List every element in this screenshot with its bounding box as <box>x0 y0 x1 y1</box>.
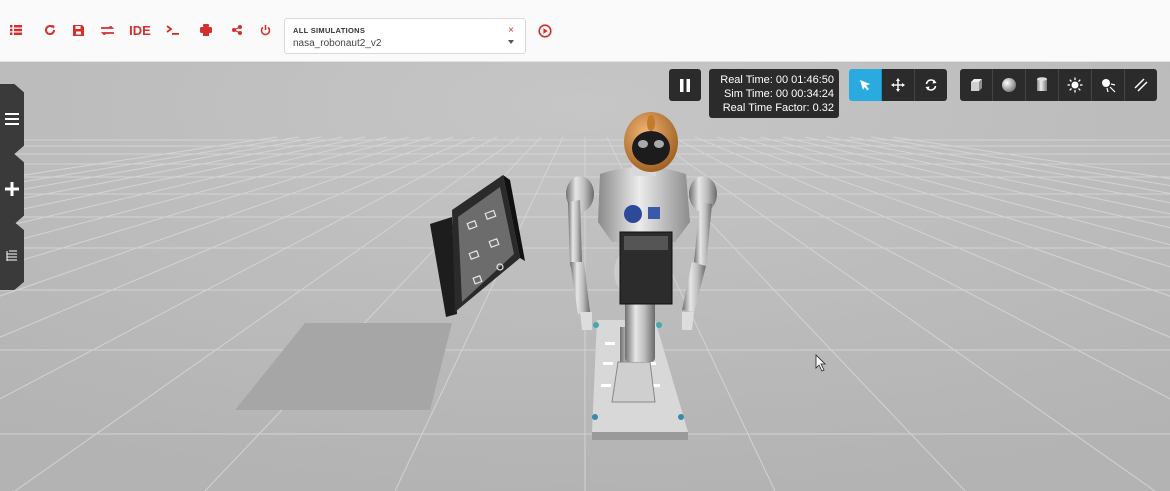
insert-shape-group <box>960 69 1157 101</box>
sphere-button[interactable] <box>993 69 1026 101</box>
play-circle-icon[interactable] <box>537 21 553 41</box>
cylinder-icon <box>1037 77 1047 91</box>
tree-tab[interactable] <box>0 222 24 290</box>
chevron-down-icon[interactable] <box>508 40 514 44</box>
cylinder-button[interactable] <box>1026 69 1059 101</box>
select-arrow-icon <box>860 80 870 91</box>
scene-canvas[interactable] <box>0 62 1170 491</box>
point-light-button[interactable] <box>1059 69 1092 101</box>
sphere-icon <box>1002 78 1016 92</box>
simulation-select-value: nasa_robonaut2_v2 <box>293 38 382 49</box>
time-display: Real Time: 00 01:46:50 Sim Time: 00 00:3… <box>709 69 839 118</box>
menu-icon <box>5 113 19 125</box>
menu-tab[interactable] <box>0 84 24 154</box>
insert-tab[interactable] <box>0 154 24 224</box>
spot-light-icon <box>1102 79 1116 93</box>
refresh-icon[interactable] <box>43 20 57 40</box>
translate-icon <box>891 78 905 92</box>
pause-icon <box>680 78 690 92</box>
select-mode-button[interactable] <box>849 69 882 101</box>
list-icon[interactable] <box>9 20 23 40</box>
share-icon[interactable] <box>231 20 243 40</box>
simulation-select-label: ALL SIMULATIONS <box>293 26 366 35</box>
spot-light-button[interactable] <box>1092 69 1125 101</box>
top-toolbar: IDE ALL SIMULATIONS nasa_robonaut2_v2 × <box>0 0 1170 62</box>
box-icon <box>971 79 982 91</box>
sim-time: Sim Time: 00 00:34:24 <box>723 88 834 100</box>
tree-icon <box>6 250 17 261</box>
box-button[interactable] <box>960 69 993 101</box>
pause-button[interactable] <box>669 69 701 101</box>
directional-light-button[interactable] <box>1125 69 1157 101</box>
3d-viewport[interactable]: Real Time: 00 01:46:50 Sim Time: 00 00:3… <box>0 62 1170 491</box>
plus-icon <box>5 182 19 196</box>
real-time: Real Time: 00 01:46:50 <box>720 74 834 86</box>
ide-button[interactable]: IDE <box>127 20 153 40</box>
manipulation-mode-group <box>849 69 947 101</box>
real-time-factor: Real Time Factor: 0.32 <box>722 102 834 114</box>
terminal-icon[interactable] <box>165 20 181 40</box>
directional-light-icon <box>1134 78 1148 92</box>
swap-icon[interactable] <box>99 20 115 40</box>
simulation-select[interactable]: ALL SIMULATIONS nasa_robonaut2_v2 × <box>284 18 526 54</box>
translate-mode-button[interactable] <box>882 69 915 101</box>
rotate-icon <box>925 79 937 91</box>
power-icon[interactable] <box>258 20 272 40</box>
save-icon[interactable] <box>71 20 85 40</box>
robot-icon[interactable] <box>199 20 213 40</box>
clear-selection-icon[interactable]: × <box>508 25 514 36</box>
point-light-icon <box>1067 77 1083 93</box>
rotate-mode-button[interactable] <box>915 69 947 101</box>
